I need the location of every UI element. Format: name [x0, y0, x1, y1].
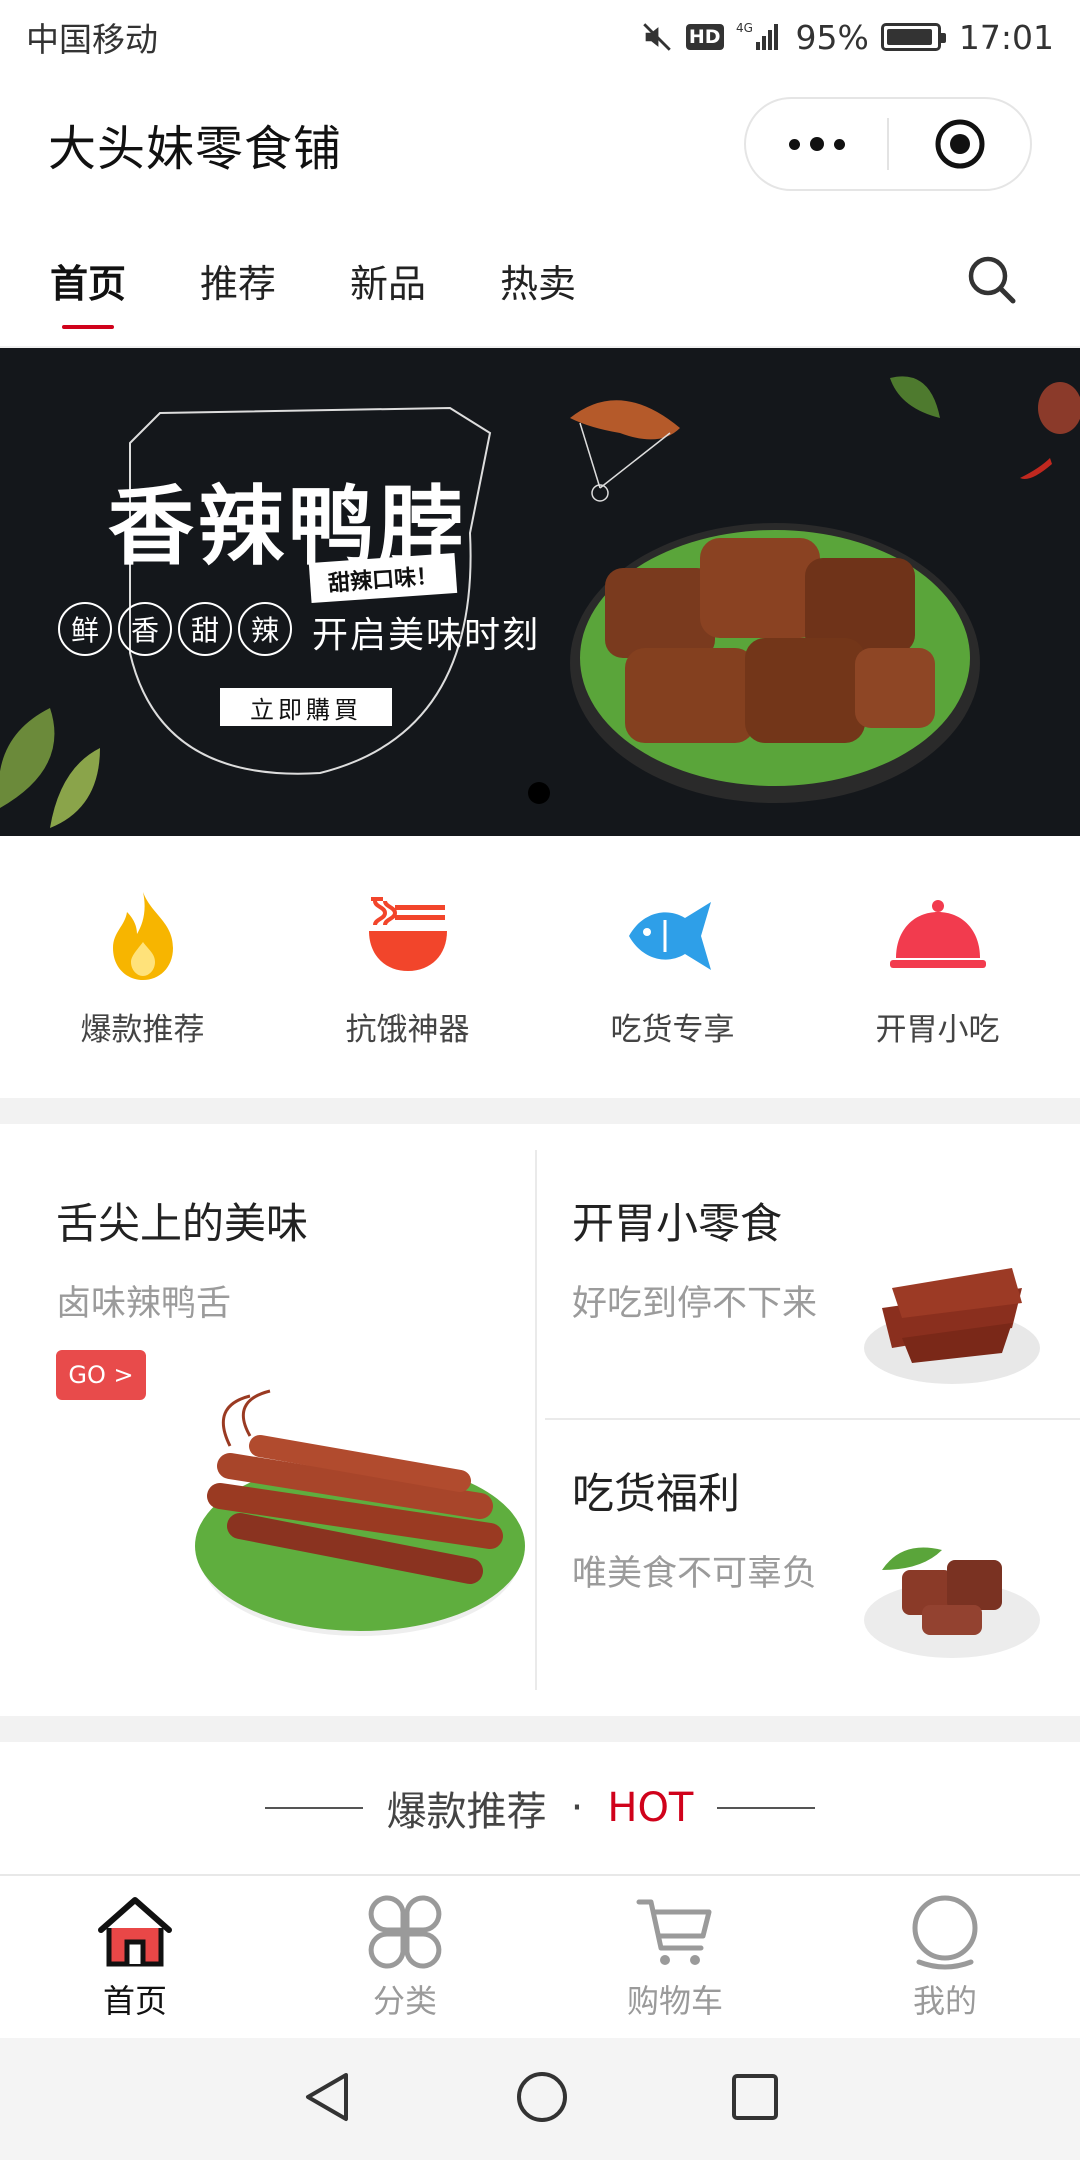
cart-icon — [635, 1892, 715, 1972]
tab-hot-sale[interactable]: 热卖 — [500, 213, 576, 347]
category-foodie-exclusive[interactable]: 吃货专享 — [548, 886, 798, 1049]
heading-line-right — [717, 1807, 816, 1809]
promo-subtitle: 唯美食不可辜负 — [572, 1554, 818, 1594]
recents-square-icon — [732, 2074, 778, 2120]
home-circle-icon — [517, 2072, 567, 2122]
category-label: 爆款推荐 — [80, 1011, 205, 1048]
promo-banner[interactable]: 香辣鸭脖 甜辣口味！ 鲜 香 甜 辣 开启美味时刻 立即購買 — [0, 348, 1080, 836]
promo-vertical-divider — [535, 1150, 537, 1690]
back-triangle-icon — [306, 2073, 348, 2121]
mute-icon — [640, 20, 674, 54]
system-navigation-bar — [0, 2038, 1080, 2160]
duck-neck-plate-image — [864, 1547, 1040, 1658]
system-home-button[interactable] — [514, 2069, 570, 2129]
category-label: 吃货专享 — [610, 1011, 735, 1048]
banner-slogan: 开启美味时刻 — [312, 615, 541, 656]
section-heading-hot: 爆款推荐 · HOT — [0, 1742, 1080, 1874]
category-shortcuts: 爆款推荐 抗饿神器 吃货专享 开胃小吃 — [0, 836, 1080, 1098]
banner-circle-char: 辣 — [238, 602, 292, 656]
title-bar: 大头妹零食铺 — [0, 74, 1080, 214]
promo-subtitle: 卤味辣鸭舌 — [56, 1284, 232, 1324]
system-back-button[interactable] — [300, 2069, 354, 2129]
nav-label: 分类 — [372, 1982, 437, 2020]
leaf-decoration-left — [0, 708, 100, 828]
cloche-icon — [883, 886, 993, 986]
hd-badge: HD — [685, 24, 724, 50]
search-button[interactable] — [964, 252, 1020, 308]
banner-circle-char: 甜 — [178, 602, 232, 656]
promo-card-appetizer[interactable]: 开胃小零食 好吃到停不下来 — [572, 1124, 1080, 1418]
profile-icon — [905, 1892, 985, 1972]
duck-feet-dish-image — [864, 1268, 1040, 1384]
more-button[interactable] — [746, 99, 887, 189]
duck-tongue-dish-image — [195, 1389, 525, 1636]
promo-welfare-text: 吃货福利 唯美食不可辜负 — [572, 1460, 817, 1596]
battery-percent: 95% — [795, 17, 869, 57]
section-divider — [0, 1716, 1080, 1742]
section-hot-label: HOT — [607, 1785, 694, 1831]
category-label: 开胃小吃 — [875, 1011, 1000, 1048]
category-appetizers[interactable]: 开胃小吃 — [813, 886, 1063, 1049]
nav-home[interactable]: 首页 — [0, 1876, 270, 2038]
section-divider — [0, 1098, 1080, 1124]
nav-profile[interactable]: 我的 — [810, 1876, 1080, 2038]
flame-icon — [88, 886, 198, 986]
fish-icon — [618, 886, 728, 986]
category-hot-picks[interactable]: 爆款推荐 — [18, 886, 268, 1049]
promo-title: 开胃小零食 — [572, 1199, 783, 1248]
noodle-bowl-icon — [353, 886, 463, 986]
tab-new[interactable]: 新品 — [350, 213, 426, 347]
category-label: 抗饿神器 — [345, 1011, 470, 1048]
nav-category[interactable]: 分类 — [270, 1876, 540, 2038]
carousel-indicator[interactable] — [528, 782, 550, 804]
clock: 17:01 — [958, 17, 1054, 57]
category-icon — [365, 1892, 445, 1972]
promo-title: 吃货福利 — [572, 1469, 741, 1518]
miniprogram-capsule — [744, 97, 1032, 191]
app-page: 中国移动 HD 4G 95% 17:01 大头妹零食铺 首页 推荐 新品 热卖 … — [0, 0, 1080, 2160]
search-icon — [968, 256, 1016, 304]
home-icon — [95, 1892, 175, 1972]
banner-circle-char: 香 — [118, 602, 172, 656]
status-bar: 中国移动 HD 4G 95% 17:01 — [0, 0, 1080, 74]
nav-label: 首页 — [102, 1982, 167, 2020]
promo-card-featured[interactable]: 舌尖上的美味 卤味辣鸭舌 GO > — [0, 1124, 535, 1716]
go-button[interactable]: GO > — [56, 1350, 146, 1400]
nav-label: 我的 — [912, 1982, 977, 2020]
promo-featured-text: 舌尖上的美味 卤味辣鸭舌 GO > — [56, 1190, 308, 1400]
nav-label: 购物车 — [626, 1982, 723, 2020]
tab-recommend[interactable]: 推荐 — [200, 213, 276, 347]
status-indicators: HD 4G 95% 17:01 — [640, 18, 1054, 57]
promo-title: 舌尖上的美味 — [56, 1199, 309, 1248]
category-hunger-relief[interactable]: 抗饿神器 — [283, 886, 533, 1049]
section-separator: · — [570, 1785, 584, 1831]
battery-fill — [886, 29, 933, 45]
heading-line-left — [264, 1807, 363, 1809]
top-tab-bar: 首页 推荐 新品 热卖 — [0, 214, 1080, 348]
nav-cart[interactable]: 购物车 — [540, 1876, 810, 2038]
promo-subtitle: 好吃到停不下来 — [572, 1284, 818, 1324]
banner-feature-circles: 鲜 香 甜 辣 — [58, 602, 292, 656]
promo-appetizer-text: 开胃小零食 好吃到停不下来 — [572, 1190, 817, 1326]
svg-text:4G: 4G — [736, 21, 753, 35]
battery-icon — [880, 23, 946, 51]
page-title: 大头妹零食铺 — [48, 121, 343, 177]
system-recents-button[interactable] — [730, 2072, 780, 2126]
bottom-tab-bar: 首页 分类 购物车 我的 — [0, 1874, 1080, 2038]
signal-icon: 4G — [736, 20, 784, 54]
banner-circle-char: 鲜 — [58, 602, 112, 656]
carrier-label: 中国移动 — [26, 20, 158, 59]
tab-home[interactable]: 首页 — [50, 213, 126, 347]
more-dots-icon — [788, 137, 845, 151]
target-icon — [935, 119, 984, 169]
close-miniprogram-button[interactable] — [889, 99, 1030, 189]
promo-card-welfare[interactable]: 吃货福利 唯美食不可辜负 — [572, 1420, 1080, 1716]
banner-buy-button[interactable]: 立即購買 — [220, 688, 392, 726]
duck-neck-dish-image — [570, 523, 980, 803]
tab-list: 首页 推荐 新品 热卖 — [50, 213, 576, 347]
section-title: 爆款推荐 — [386, 1789, 547, 1835]
promo-grid: 舌尖上的美味 卤味辣鸭舌 GO > 开胃小零食 好吃到停不下来 吃货福利 唯美食… — [0, 1124, 1080, 1716]
